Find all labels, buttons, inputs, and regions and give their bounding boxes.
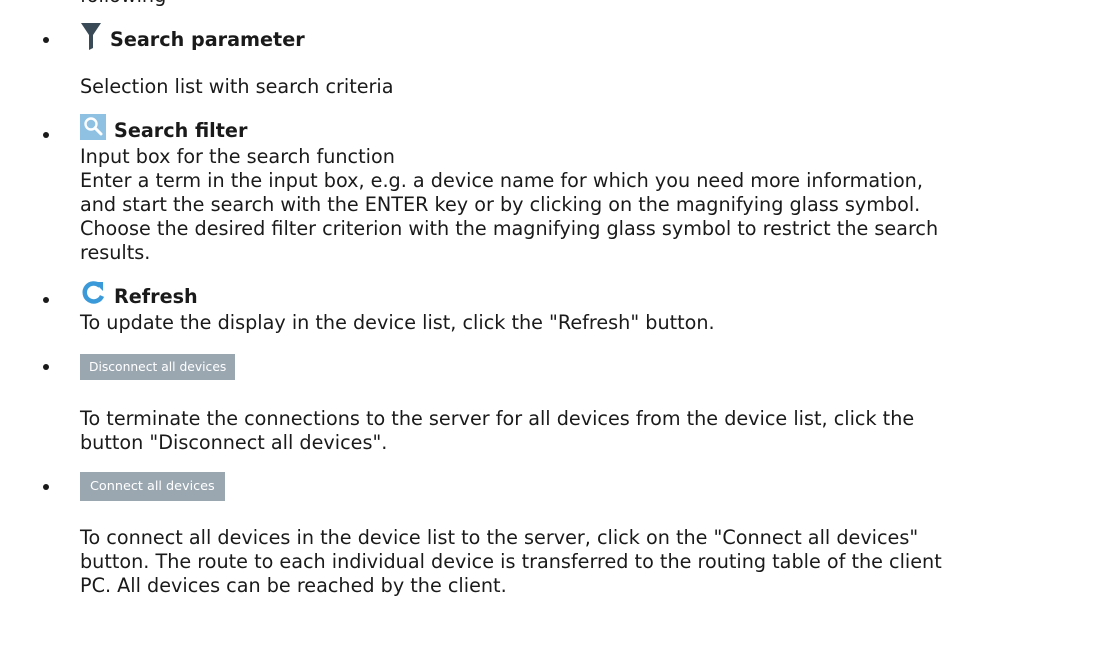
item-heading-label: Search parameter <box>110 27 305 51</box>
bullet <box>43 297 49 303</box>
description-line: Enter a term in the input box, e.g. a de… <box>80 169 923 192</box>
description-line: To update the display in the device list… <box>80 311 715 334</box>
description-line: Input box for the search function <box>80 145 395 168</box>
refresh-icon[interactable] <box>80 280 106 312</box>
description-line: button. The route to each individual dev… <box>80 550 942 573</box>
bullet <box>43 132 49 138</box>
description-line: button "Disconnect all devices". <box>80 431 388 454</box>
item-heading: Search filter <box>80 114 248 146</box>
bullet <box>43 484 49 490</box>
item-heading: Search parameter <box>80 21 305 57</box>
description-line: and start the search with the ENTER key … <box>80 193 921 216</box>
item-heading-label: Refresh <box>114 284 198 308</box>
description-line: results. <box>80 241 151 264</box>
description-line: To connect all devices in the device lis… <box>80 526 919 549</box>
bullet <box>43 37 49 43</box>
disconnect-all-devices-button[interactable]: Disconnect all devices <box>80 354 236 380</box>
description-line: PC. All devices can be reached by the cl… <box>80 574 507 597</box>
description-line: Selection list with search criteria <box>80 75 394 98</box>
connect-all-devices-button[interactable]: Connect all devices <box>80 472 225 501</box>
item-heading-label: Search filter <box>114 118 248 142</box>
description-line: To terminate the connections to the serv… <box>80 407 915 430</box>
partial-heading-text: following <box>80 0 166 8</box>
item-heading: Refresh <box>80 280 198 312</box>
magnifier-icon[interactable] <box>80 114 106 146</box>
description-line: Choose the desired filter criterion with… <box>80 217 939 240</box>
bullet <box>43 364 49 370</box>
funnel-icon[interactable] <box>80 21 102 57</box>
